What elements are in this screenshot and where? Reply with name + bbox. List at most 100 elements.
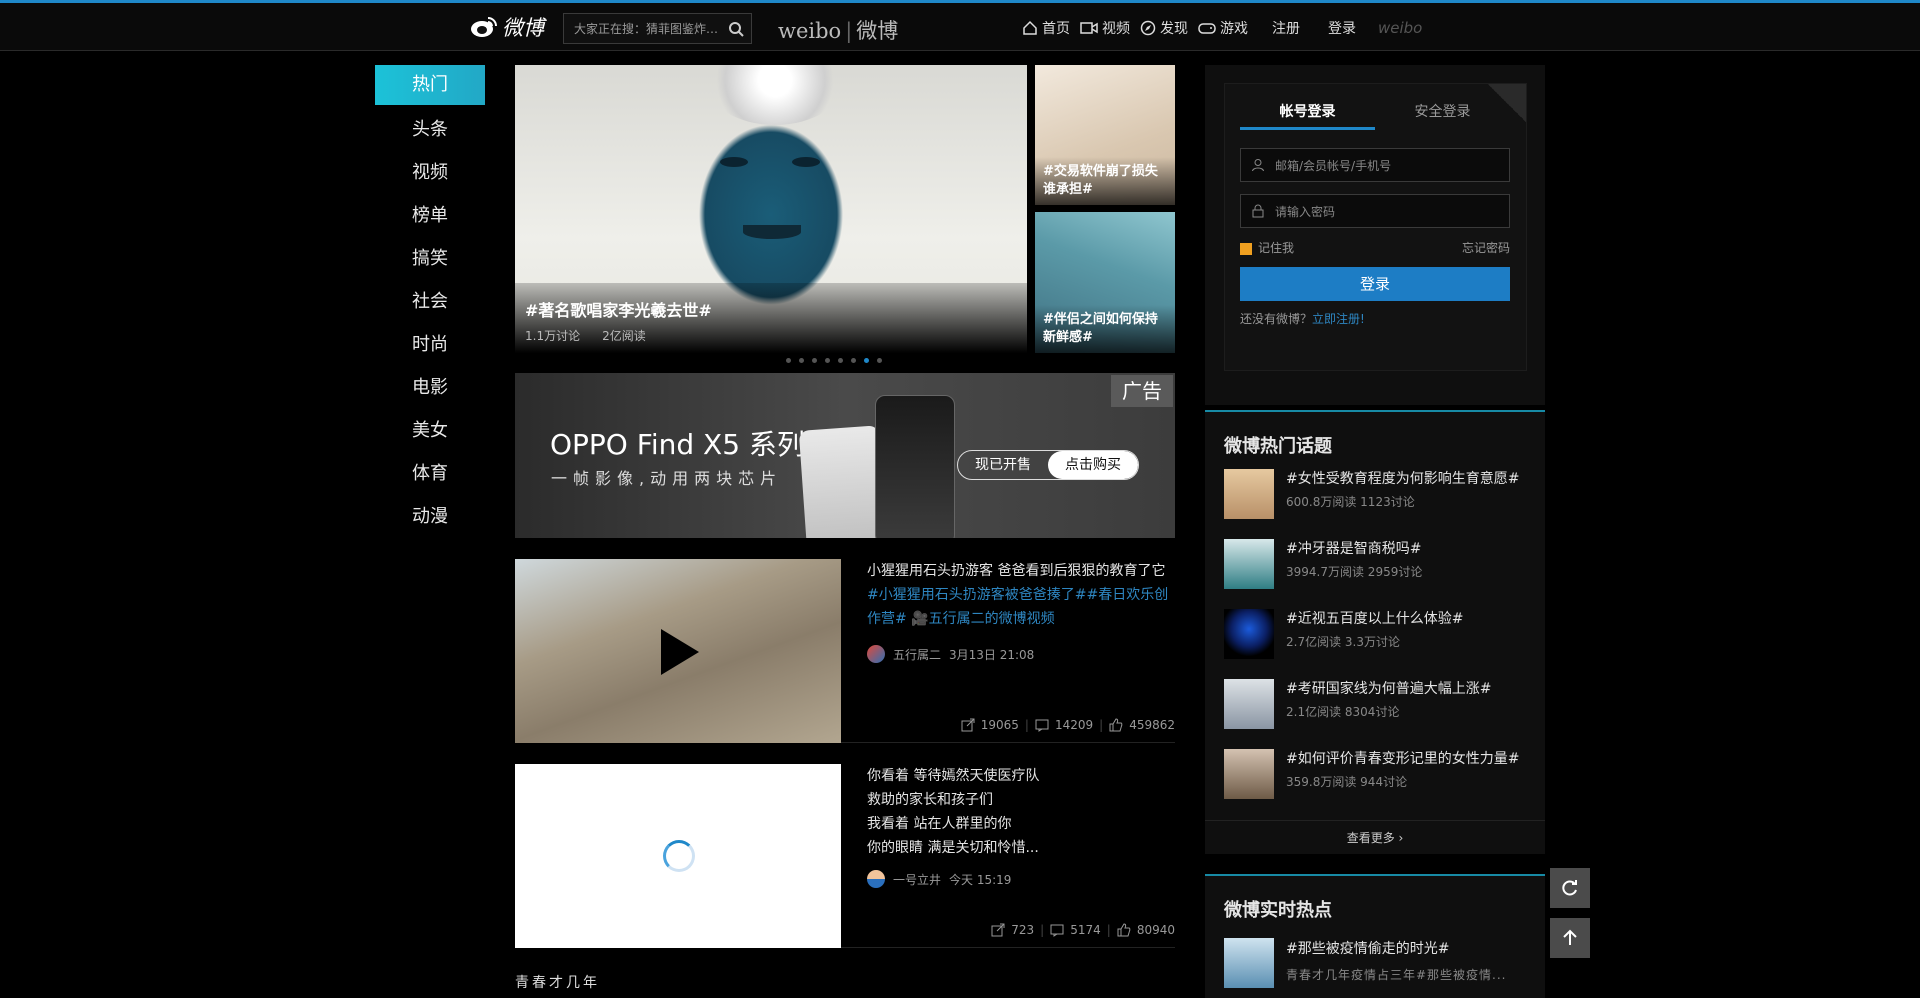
search-input[interactable]: 大家正在搜：猜菲图鉴炸… (574, 20, 721, 37)
login-box: 帐号登录 安全登录 邮箱/会员帐号/手机号 请输入密码 记住我 忘记密码 登录 … (1224, 83, 1527, 371)
category-headlines[interactable]: 头条 (375, 108, 485, 151)
carousel-dot[interactable] (851, 358, 856, 363)
author-name[interactable]: 一号立井 (893, 871, 941, 888)
nav-games[interactable]: 游戏 (1198, 18, 1248, 38)
category-rankings[interactable]: 榜单 (375, 194, 485, 237)
feed-line: 救助的家长和孩子们 (867, 792, 993, 808)
comment-count[interactable]: 5174 (1070, 923, 1101, 937)
tab-account-login[interactable]: 帐号登录 (1240, 94, 1375, 130)
hot-topic-item[interactable]: #考研国家线为何普遍大幅上涨# 2.1亿阅读 8304讨论 (1224, 679, 1527, 749)
loading-spinner-icon (663, 840, 695, 872)
category-funny[interactable]: 搞笑 (375, 237, 485, 280)
search-box[interactable]: 大家正在搜：猜菲图鉴炸… (563, 13, 752, 44)
carousel-dot-active[interactable] (864, 358, 869, 363)
carousel-dot[interactable] (838, 358, 843, 363)
ad-on-sale-button[interactable]: 现已开售 (958, 451, 1048, 479)
carousel-dot[interactable] (812, 358, 817, 363)
remember-me-checkbox[interactable]: 记住我 (1240, 239, 1294, 256)
repost-count[interactable]: 19065 (981, 718, 1019, 732)
video-icon (1080, 22, 1098, 34)
topic-thumbnail[interactable] (1224, 679, 1274, 729)
realtime-hot-panel: 微博实时热点 #那些被疫情偷走的时光# 青春才几年疫情占三年#那些被疫情... (1205, 874, 1545, 998)
like-count[interactable]: 459862 (1129, 718, 1175, 732)
user-icon (1252, 159, 1264, 172)
carousel-main-slide[interactable]: #著名歌唱家李光羲去世# 1.1万讨论 2亿阅读 (515, 65, 1027, 353)
feed-stats: 19065 | 14209 | 459862 (961, 718, 1175, 732)
nav-discover[interactable]: 发现 (1140, 18, 1188, 38)
top-nav: 首页 视频 发现 游戏 注册 登录 weibo (1022, 18, 1422, 38)
hot-topic-item[interactable]: #近视五百度以上什么体验# 2.7亿阅读 3.3万讨论 (1224, 609, 1527, 679)
topic-stats: 3994.7万阅读 2959讨论 (1286, 565, 1423, 579)
carousel-side-item[interactable]: #伴侣之间如何保持新鲜感# (1035, 212, 1175, 353)
register-now-link[interactable]: 立即注册! (1312, 312, 1365, 326)
carousel-reads: 2亿阅读 (602, 329, 646, 343)
category-video[interactable]: 视频 (375, 151, 485, 194)
password-field[interactable]: 请输入密码 (1240, 194, 1510, 228)
forgot-password-link[interactable]: 忘记密码 (1462, 239, 1510, 256)
carousel-dot[interactable] (825, 358, 830, 363)
search-icon[interactable] (721, 21, 751, 37)
weibo-logo[interactable]: 微博 (470, 12, 544, 42)
ad-headline: OPPO Find X5 系列 (550, 428, 805, 461)
arrow-up-icon (1563, 929, 1577, 945)
topic-title[interactable]: #如何评价青春变形记里的女性力量# (1286, 749, 1519, 769)
carousel-dot[interactable] (786, 358, 791, 363)
realtime-item-title[interactable]: #那些被疫情偷走的时光# (1286, 938, 1507, 958)
login-link[interactable]: 登录 (1328, 18, 1356, 38)
hot-topic-item[interactable]: #女性受教育程度为何影响生育意愿# 600.8万阅读 1123讨论 (1224, 469, 1527, 539)
topic-thumbnail[interactable] (1224, 539, 1274, 589)
realtime-item[interactable]: #那些被疫情偷走的时光# 青春才几年疫情占三年#那些被疫情... (1224, 938, 1507, 988)
category-sports[interactable]: 体育 (375, 452, 485, 495)
password-placeholder: 请输入密码 (1275, 204, 1336, 219)
carousel-dot[interactable] (877, 358, 882, 363)
author-name[interactable]: 五行属二 (893, 646, 941, 663)
category-beauty[interactable]: 美女 (375, 409, 485, 452)
play-icon[interactable] (661, 629, 699, 675)
tab-secure-login[interactable]: 安全登录 (1375, 94, 1510, 130)
topic-title[interactable]: #考研国家线为何普遍大幅上涨# (1286, 679, 1491, 699)
comment-count[interactable]: 14209 (1055, 718, 1093, 732)
back-to-top-button[interactable] (1550, 918, 1590, 958)
ad-buy-button[interactable]: 点击购买 (1048, 451, 1138, 479)
username-field[interactable]: 邮箱/会员帐号/手机号 (1240, 148, 1510, 182)
category-hot[interactable]: 热门 (375, 65, 485, 105)
category-fashion[interactable]: 时尚 (375, 323, 485, 366)
next-feed-text[interactable]: 青春才几年 (515, 972, 600, 992)
nav-video[interactable]: 视频 (1080, 18, 1130, 38)
register-link[interactable]: 注册 (1272, 18, 1300, 38)
video-thumbnail-loading[interactable] (515, 764, 841, 948)
hot-topic-item[interactable]: #冲牙器是智商税吗# 3994.7万阅读 2959讨论 (1224, 539, 1527, 609)
category-society[interactable]: 社会 (375, 280, 485, 323)
topic-title[interactable]: #女性受教育程度为何影响生育意愿# (1286, 469, 1519, 489)
category-anime[interactable]: 动漫 (375, 495, 485, 538)
like-count[interactable]: 80940 (1137, 923, 1175, 937)
topic-thumbnail[interactable] (1224, 609, 1274, 659)
topic-thumbnail[interactable] (1224, 469, 1274, 519)
topic-title[interactable]: #冲牙器是智商税吗# (1286, 539, 1422, 559)
feed-meta: 五行属二 3月13日 21:08 (867, 645, 1034, 663)
ad-banner[interactable]: 广告 OPPO Find X5 系列 一帧影像,动用两块芯片 现已开售 点击购买 (515, 373, 1175, 538)
nav-home[interactable]: 首页 (1022, 18, 1070, 38)
ad-subline: 一帧影像,动用两块芯片 (551, 469, 783, 488)
view-more-link[interactable]: 查看更多 › (1205, 820, 1545, 854)
feed-text[interactable]: 小猩猩用石头扔游客 爸爸看到后狠狠的教育了它 #小猩猩用石头扔游客被爸爸揍了##… (867, 559, 1175, 631)
nav-discover-label: 发现 (1160, 21, 1188, 37)
topic-thumbnail[interactable] (1224, 749, 1274, 799)
category-movies[interactable]: 电影 (375, 366, 485, 409)
feed-text[interactable]: 你看着 等待嫣然天使医疗队 救助的家长和孩子们 我看着 站在人群里的你 你的眼睛… (867, 764, 1175, 860)
repost-count[interactable]: 723 (1011, 923, 1034, 937)
top-bar: 微博 大家正在搜：猜菲图鉴炸… weibo | 微博 首页 视频 发现 游戏 注册 … (0, 0, 1920, 51)
login-submit-button[interactable]: 登录 (1240, 267, 1510, 301)
avatar[interactable] (867, 645, 885, 663)
topic-title[interactable]: #近视五百度以上什么体验# (1286, 609, 1463, 629)
feed-line: 你的眼睛 满是关切和怜惜... (867, 840, 1039, 856)
video-thumbnail[interactable] (515, 559, 841, 743)
phone-image (798, 425, 888, 538)
refresh-button[interactable] (1550, 868, 1590, 908)
carousel-side-item[interactable]: #交易软件崩了损失谁承担# (1035, 65, 1175, 205)
realtime-thumbnail[interactable] (1224, 938, 1274, 988)
carousel-dot[interactable] (799, 358, 804, 363)
hot-topic-item[interactable]: #如何评价青春变形记里的女性力量# 359.8万阅读 944讨论 (1224, 749, 1527, 819)
avatar[interactable] (867, 870, 885, 888)
feed-hashtag-link[interactable]: #小猩猩用石头扔游客被爸爸揍了##春日欢乐创作营# 🎥五行属二的微博视频 (867, 583, 1175, 631)
